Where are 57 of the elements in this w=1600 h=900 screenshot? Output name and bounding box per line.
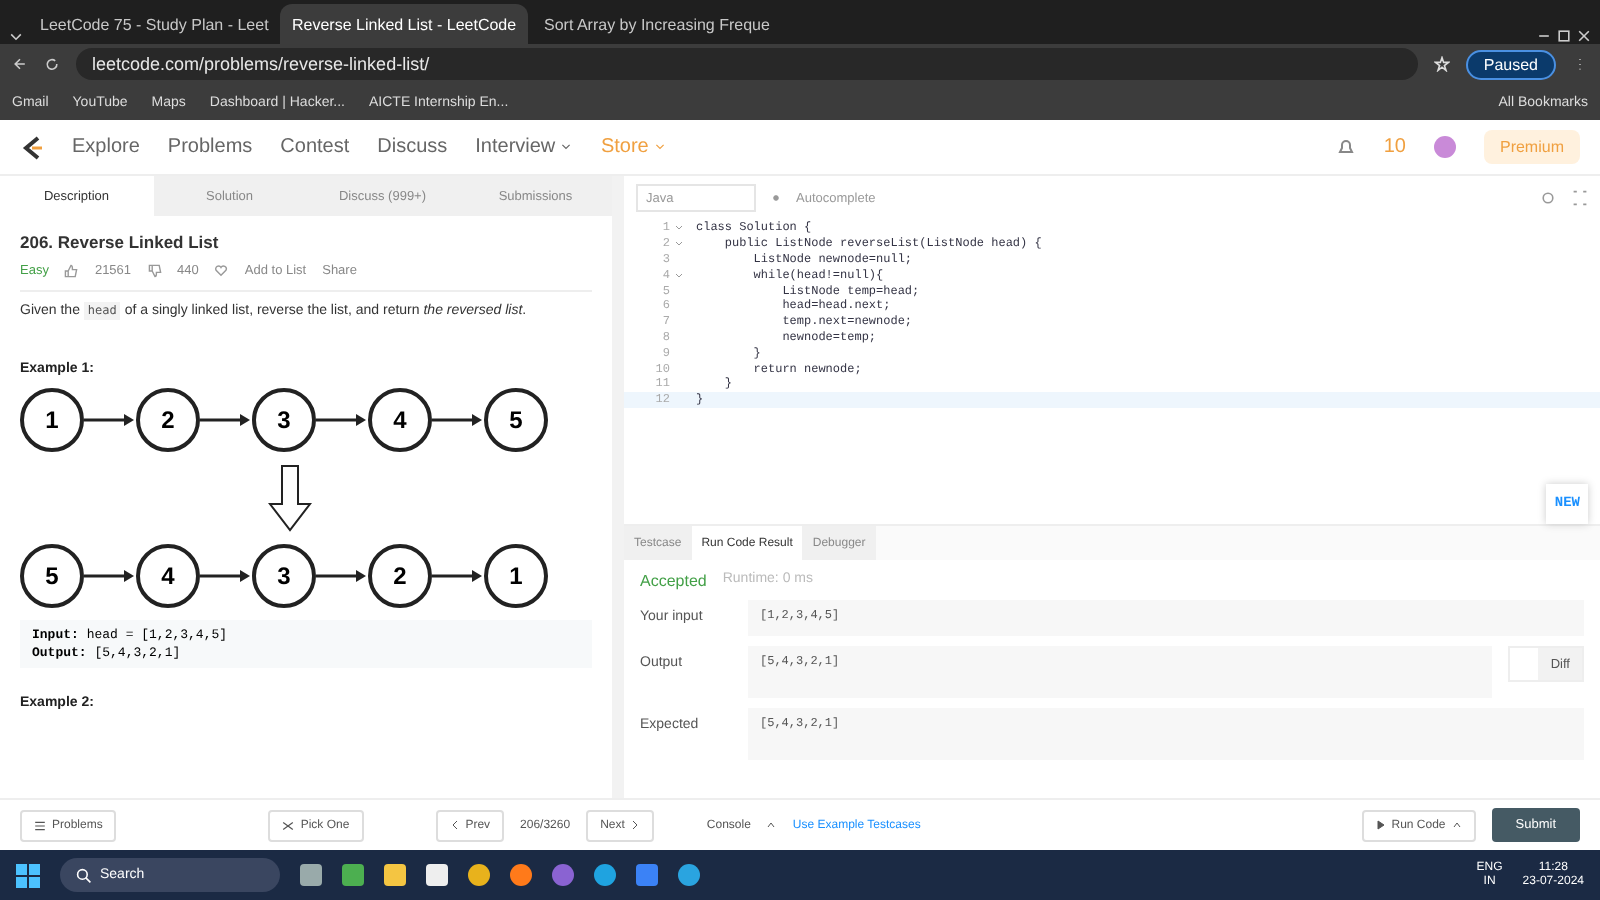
nav-link[interactable]: Discuss	[377, 136, 448, 158]
thumbs-down-icon	[147, 264, 162, 278]
list-node: 1	[484, 544, 548, 608]
down-arrow-icon	[268, 464, 312, 532]
back-icon	[12, 56, 28, 72]
list-icon	[34, 819, 46, 831]
reload-icon	[44, 56, 60, 72]
start-icon	[16, 863, 40, 887]
chevron-icon	[654, 140, 667, 152]
list-node: 4	[368, 388, 432, 452]
list-node: 2	[368, 544, 432, 608]
browser-tab[interactable]: Reverse Linked List - LeetCode	[280, 4, 528, 44]
arrow-icon	[84, 568, 136, 584]
profile-button[interactable]: Paused	[1465, 49, 1556, 79]
caret-up-icon	[766, 820, 777, 830]
arrow-icon	[200, 412, 252, 428]
nav-link[interactable]: Contest	[280, 136, 350, 158]
arrow-icon	[432, 568, 484, 584]
nav-link[interactable]: Problems	[167, 136, 253, 158]
arrow-icon	[200, 568, 252, 584]
heart-icon	[214, 264, 229, 278]
list-node: 3	[252, 388, 316, 452]
arrow-icon	[316, 412, 368, 428]
list-node: 5	[20, 544, 84, 608]
bell-icon	[1335, 137, 1356, 157]
caret-up-icon	[1451, 820, 1462, 830]
list-node: 4	[136, 544, 200, 608]
star-icon	[1433, 56, 1450, 72]
arrow-icon	[316, 568, 368, 584]
list-node: 2	[136, 388, 200, 452]
search-icon	[76, 867, 92, 883]
maximize-icon	[1556, 28, 1572, 44]
play-icon	[1375, 820, 1386, 830]
url-field[interactable]: leetcode.com/problems/reverse-linked-list/	[76, 48, 1418, 80]
streak-count: 10	[1383, 136, 1406, 158]
browser-tab[interactable]: LeetCode 75 - Study Plan - Leet	[28, 4, 276, 44]
browser-tab[interactable]: Sort Array by Increasing Freque	[532, 4, 780, 44]
logo-icon	[20, 133, 44, 161]
arrow-icon	[432, 412, 484, 428]
thumbs-up-icon	[64, 264, 79, 278]
nav-link[interactable]: Explore	[72, 136, 140, 158]
list-node: 3	[252, 544, 316, 608]
expand-icon	[1572, 190, 1588, 206]
caret-icon	[8, 28, 24, 44]
nav-link[interactable]: Interview	[475, 136, 573, 158]
list-node: 1	[20, 388, 84, 452]
avatar-icon	[1433, 136, 1456, 158]
close-icon	[1576, 28, 1592, 44]
dot-icon	[772, 194, 780, 202]
chevron-right-icon	[630, 820, 641, 830]
list-node: 5	[484, 388, 548, 452]
chevron-left-icon	[449, 820, 460, 830]
result-status: Accepted	[640, 572, 707, 590]
chevron-icon	[560, 140, 573, 152]
arrow-icon	[84, 412, 136, 428]
problem-title: 206. Reverse Linked List	[20, 232, 221, 252]
shuffle-icon	[282, 819, 295, 831]
